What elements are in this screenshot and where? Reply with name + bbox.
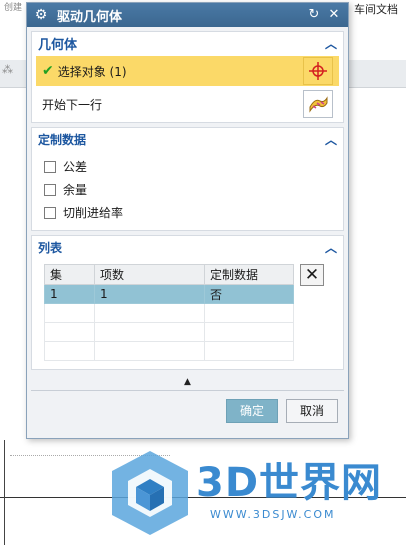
- crosshair-icon: [309, 62, 327, 80]
- dialog-titlebar[interactable]: ⚙ 驱动几何体 ↻ ✕: [27, 3, 348, 27]
- ok-button[interactable]: 确定: [226, 399, 278, 423]
- table-row[interactable]: 1 1 否: [44, 284, 294, 304]
- chevron-up-icon[interactable]: ︿: [325, 239, 337, 256]
- toolbar-grip-icon: ⁂: [2, 63, 13, 76]
- close-icon[interactable]: ✕: [326, 7, 342, 23]
- chevron-up-icon[interactable]: ︿: [325, 35, 337, 52]
- cell-custom: 否: [204, 284, 294, 304]
- table-header-row: 集 项数 定制数据: [44, 264, 294, 285]
- dialog-footer: 确定 取消: [27, 391, 348, 423]
- custom-data-section-title: 定制数据: [38, 132, 87, 147]
- column-header-count[interactable]: 项数: [94, 264, 205, 285]
- list-table: 集 项数 定制数据 1 1 否: [44, 264, 294, 361]
- watermark-url: WWW.3DSJW.COM: [210, 508, 336, 521]
- feedrate-checkbox-row[interactable]: 切削进给率: [32, 201, 343, 224]
- stock-checkbox[interactable]: [44, 183, 56, 196]
- surface-icon: [309, 96, 328, 113]
- checkmark-icon: ✔: [42, 63, 54, 79]
- column-header-custom[interactable]: 定制数据: [204, 264, 294, 285]
- geometry-section: 几何体 ︿ ✔ 选择对象 (1) 开始下一行: [31, 31, 344, 123]
- list-section-header[interactable]: 列表 ︿: [32, 236, 343, 258]
- custom-data-section: 定制数据 ︿ 公差 余量 切削进给率: [31, 127, 344, 231]
- expand-more-arrow-icon[interactable]: ▲: [27, 376, 348, 388]
- tolerance-label: 公差: [63, 160, 88, 174]
- geometry-section-header[interactable]: 几何体 ︿: [32, 32, 343, 54]
- list-section-title: 列表: [38, 240, 63, 255]
- background-label: 创建: [4, 3, 23, 13]
- dialog-title: 驱动几何体: [57, 9, 123, 25]
- table-row-empty: [44, 322, 294, 342]
- column-header-set[interactable]: 集: [44, 264, 95, 285]
- new-row-button[interactable]: [303, 90, 333, 118]
- table-row-empty: [44, 341, 294, 361]
- start-next-row-label: 开始下一行: [42, 97, 103, 112]
- feedrate-checkbox[interactable]: [44, 206, 56, 219]
- chevron-up-icon[interactable]: ︿: [325, 131, 337, 148]
- cell-set: 1: [44, 284, 95, 304]
- graphics-line-vertical: [4, 440, 5, 545]
- start-next-row: 开始下一行: [36, 88, 339, 120]
- select-object-label: 选择对象 (1): [57, 64, 127, 79]
- cell-count: 1: [94, 284, 205, 304]
- stock-label: 余量: [63, 183, 88, 197]
- shop-doc-label[interactable]: 车间文档: [354, 1, 398, 17]
- watermark-brand: 3D世界网: [196, 460, 383, 506]
- list-section: 列表 ︿ 集 项数 定制数据 1 1 否 ✕: [31, 235, 344, 370]
- table-row-empty: [44, 303, 294, 323]
- geometry-section-title: 几何体: [38, 37, 78, 53]
- crosshair-select-button[interactable]: [303, 57, 333, 85]
- drive-geometry-dialog: ⚙ 驱动几何体 ↻ ✕ 几何体 ︿ ✔ 选择对象 (1) 开始下一行 定制数据 …: [26, 2, 349, 439]
- tolerance-checkbox-row[interactable]: 公差: [32, 155, 343, 178]
- close-x-icon: ✕: [304, 265, 320, 285]
- gear-icon: ⚙: [34, 7, 48, 23]
- cancel-button[interactable]: 取消: [286, 399, 338, 423]
- feedrate-label: 切削进给率: [63, 206, 124, 220]
- select-object-row[interactable]: ✔ 选择对象 (1): [36, 56, 339, 86]
- delete-button[interactable]: ✕: [300, 264, 324, 286]
- reset-icon[interactable]: ↻: [306, 7, 322, 23]
- custom-data-section-header[interactable]: 定制数据 ︿: [32, 128, 343, 150]
- stock-checkbox-row[interactable]: 余量: [32, 178, 343, 201]
- tolerance-checkbox[interactable]: [44, 160, 56, 173]
